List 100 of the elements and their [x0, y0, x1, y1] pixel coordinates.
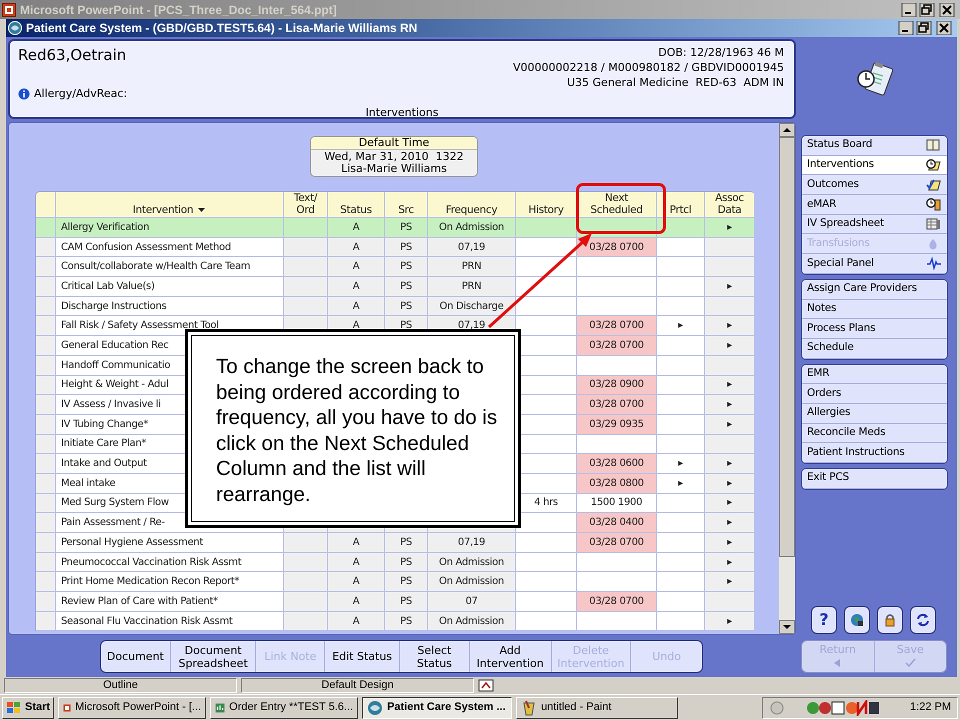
- table-cell: ▸: [705, 612, 755, 632]
- table-cell: [36, 552, 56, 572]
- table-cell: 1500 1900: [577, 494, 657, 514]
- toolbar-button[interactable]: Edit Status: [325, 641, 400, 672]
- window-title: Patient Care System - (GBD/GBD.TEST5.64) - Lisa-Marie Williams RN: [26, 20, 418, 37]
- table-cell: On Admission: [428, 218, 516, 238]
- toolbar-button[interactable]: Document Spreadsheet: [170, 641, 256, 672]
- table-cell: A: [328, 296, 385, 316]
- minimize-button[interactable]: [901, 2, 917, 16]
- table-cell: ▸: [705, 572, 755, 592]
- table-cell: [284, 277, 328, 297]
- table-cell: On Admission: [428, 612, 516, 632]
- table-cell: [36, 277, 56, 297]
- taskbar-button[interactable]: Microsoft PowerPoint - [...: [58, 696, 206, 718]
- taskbar-button[interactable]: Patient Care System ...: [362, 696, 512, 718]
- table-cell: PS: [385, 257, 428, 278]
- table-cell: [705, 257, 755, 278]
- column-header[interactable]: Prtcl: [657, 192, 705, 218]
- book-icon: [926, 138, 942, 152]
- table-cell: [516, 612, 577, 632]
- scroll-up-button[interactable]: [779, 123, 795, 137]
- table-cell: 03/28 0800: [577, 474, 657, 494]
- taskbar-button[interactable]: untitled - Paint: [516, 696, 678, 718]
- sort-descending-icon: [197, 206, 206, 214]
- table-cell: PRN: [428, 257, 516, 278]
- window-title: Microsoft PowerPoint - [PCS_Three_Doc_Inter_564.ppt]: [20, 2, 337, 18]
- table-cell: ▸: [657, 454, 705, 474]
- column-header[interactable]: Assoc Data: [705, 192, 755, 218]
- globe-button[interactable]: [844, 606, 870, 634]
- nav-item[interactable]: Exit PCS: [802, 469, 947, 489]
- table-cell: [705, 434, 755, 454]
- table-cell: [284, 238, 328, 258]
- app-icon: [521, 700, 538, 716]
- column-header[interactable]: Src: [385, 192, 428, 218]
- refresh-icon: [915, 612, 931, 628]
- table-cell: [657, 513, 705, 533]
- table-cell: 03/28 0600: [577, 454, 657, 474]
- nav-item[interactable]: eMAR: [802, 195, 947, 215]
- table-cell: [284, 296, 328, 316]
- column-header[interactable]: Frequency: [428, 192, 516, 218]
- table-cell: [705, 238, 755, 258]
- nav-item[interactable]: Status Board: [802, 136, 947, 156]
- nav-item[interactable]: EMR: [802, 364, 947, 384]
- column-header[interactable]: Intervention: [56, 192, 284, 218]
- table-cell: [36, 238, 56, 258]
- table-cell: [657, 376, 705, 396]
- nav-item[interactable]: Special Panel: [802, 254, 947, 274]
- refresh-button[interactable]: [910, 606, 936, 634]
- table-cell: [36, 395, 56, 415]
- table-cell: [705, 356, 755, 376]
- start-button[interactable]: Start: [2, 696, 54, 718]
- nav-item[interactable]: Reconcile Meds: [802, 424, 947, 444]
- minimize-button[interactable]: [898, 21, 914, 35]
- close-button[interactable]: [939, 2, 955, 16]
- table-cell: [657, 552, 705, 572]
- table-cell: [36, 414, 56, 435]
- close-button[interactable]: [936, 21, 952, 35]
- table-cell: ▸: [705, 277, 755, 297]
- table-cell: [36, 316, 56, 336]
- table-cell: [36, 336, 56, 356]
- app-icon: [2, 2, 16, 16]
- table-cell: [284, 592, 328, 612]
- nav-item[interactable]: Assign Care Providers: [802, 280, 947, 300]
- table-cell: PS: [385, 592, 428, 612]
- scrollbar-track[interactable]: [779, 123, 795, 634]
- column-header[interactable]: Text/ Ord: [284, 192, 328, 218]
- column-header[interactable]: Next Scheduled: [577, 192, 657, 218]
- table-cell: [36, 494, 56, 514]
- table-cell: On Admission: [428, 552, 516, 572]
- table-cell: [284, 552, 328, 572]
- scrollbar-thumb[interactable]: [779, 137, 795, 557]
- table-cell: PS: [385, 552, 428, 572]
- nav-item[interactable]: Notes: [802, 300, 947, 320]
- table-cell: [657, 296, 705, 316]
- restore-button[interactable]: [919, 2, 935, 16]
- scroll-down-button[interactable]: [779, 620, 795, 634]
- toolbar-button[interactable]: Select Status: [400, 641, 470, 672]
- taskbar-button[interactable]: Order Entry **TEST 5.6...: [210, 696, 358, 718]
- help-button[interactable]: ?: [811, 606, 837, 634]
- column-header[interactable]: Status: [328, 192, 385, 218]
- table-cell: [516, 592, 577, 612]
- table-cell: [516, 572, 577, 592]
- table-cell: 03/28 0700: [577, 238, 657, 258]
- restore-button[interactable]: [916, 21, 932, 35]
- table-cell: ▸: [705, 533, 755, 553]
- default-time-label: Default Time: [311, 137, 477, 150]
- table-cell: Critical Lab Value(s): [56, 277, 284, 297]
- toolbar-button[interactable]: Add Intervention: [470, 641, 552, 672]
- lock-button[interactable]: [877, 606, 903, 634]
- table-cell: [705, 296, 755, 316]
- table-cell: [516, 238, 577, 258]
- table-cell: A: [328, 238, 385, 258]
- table-cell: [36, 257, 56, 278]
- clock-bottle-icon: [926, 197, 942, 212]
- column-header[interactable]: History: [516, 192, 577, 218]
- toolbar-button[interactable]: Document: [101, 641, 171, 672]
- checkmark-notepad-icon: [926, 178, 942, 192]
- table-cell: ▸: [705, 316, 755, 336]
- table-cell: Discharge Instructions: [56, 296, 284, 316]
- nav-item[interactable]: Interventions: [802, 156, 947, 176]
